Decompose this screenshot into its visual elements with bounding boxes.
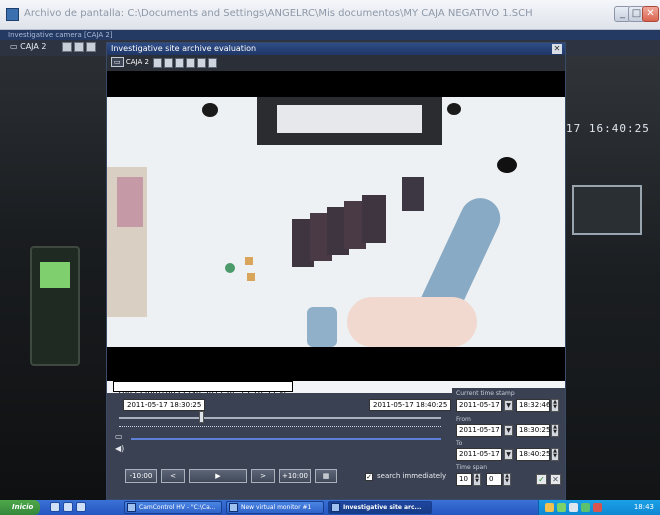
toolbar-button[interactable] <box>175 58 184 68</box>
background-title: Investigative camera [CAJA 2] <box>8 31 113 39</box>
span-minutes-spinner[interactable]: ▲ ▼ <box>473 473 481 486</box>
bg-toolbar-button[interactable] <box>86 42 96 52</box>
toolbar-button[interactable] <box>153 58 162 68</box>
current-date-dropdown[interactable]: ▼ <box>504 400 513 411</box>
time-span-label: Time span <box>456 464 488 471</box>
taskbar-item[interactable]: New virtual monitor #1 <box>226 501 324 514</box>
system-tray: 18:43 <box>538 500 660 515</box>
from-label: From <box>456 416 471 423</box>
from-date-field[interactable]: 2011-05-17 <box>456 424 502 437</box>
back-10-minutes-button[interactable]: -10:00 <box>125 469 157 483</box>
app-titlebar: Archivo de pantalla: C:\Documents and Se… <box>0 0 660 30</box>
timestamp-overlay: 10972799/10977349 2011-05-17 18:32:46 <box>113 381 293 399</box>
camera-track-icon: ▭ <box>115 432 123 441</box>
bg-toolbar-button[interactable] <box>62 42 72 52</box>
tray-icon[interactable] <box>545 503 554 512</box>
to-label: To <box>456 440 463 447</box>
to-date-field[interactable]: 2011-05-17 <box>456 448 502 461</box>
toolbar-button[interactable] <box>164 58 173 68</box>
apply-button[interactable]: ✓ <box>536 474 547 485</box>
close-button[interactable]: ✕ <box>642 6 659 22</box>
video-view[interactable] <box>107 71 565 381</box>
span-seconds-field[interactable]: 0 <box>486 473 502 486</box>
search-immediately-label: search immediately <box>377 472 447 480</box>
range-end-field[interactable]: 2011-05-17 18:40:25 <box>369 399 452 411</box>
quicklaunch-icon[interactable] <box>50 502 60 512</box>
from-date-dropdown[interactable]: ▼ <box>504 425 513 436</box>
bg-toolbar-button[interactable] <box>74 42 84 52</box>
previous-button[interactable]: < <box>161 469 185 483</box>
current-time-field[interactable]: 18:32:46 <box>516 399 550 412</box>
background-titlebar: Investigative camera [CAJA 2] <box>0 30 660 40</box>
to-date-dropdown[interactable]: ▼ <box>504 449 513 460</box>
tray-icon[interactable] <box>581 503 590 512</box>
to-time-field[interactable]: 18:40:25 <box>516 448 550 461</box>
app-title: Archivo de pantalla: C:\Documents and Se… <box>24 8 533 19</box>
taskbar-clock: 18:43 <box>633 503 654 511</box>
speaker-icon: ◀) <box>115 444 125 453</box>
timeline-track[interactable] <box>131 438 441 440</box>
camera-clock: 17 16:40:25 <box>566 122 650 135</box>
from-time-field[interactable]: 18:30:25 <box>516 424 550 437</box>
toolbar-button[interactable] <box>208 58 217 68</box>
toolbar-button[interactable] <box>197 58 206 68</box>
span-seconds-spinner[interactable]: ▲ ▼ <box>503 473 511 486</box>
from-time-spinner[interactable]: ▲ ▼ <box>551 424 559 437</box>
slider-ticks <box>119 426 441 429</box>
background-camera-select[interactable]: ▭ CAJA 2 <box>10 42 47 51</box>
to-time-spinner[interactable]: ▲ ▼ <box>551 448 559 461</box>
cancel-button[interactable]: ✕ <box>550 474 561 485</box>
export-button[interactable]: ▦ <box>315 469 337 483</box>
tray-icon[interactable] <box>593 503 602 512</box>
next-button[interactable]: > <box>251 469 275 483</box>
current-date-field[interactable]: 2011-05-17 <box>456 399 502 412</box>
position-slider-track[interactable] <box>119 417 441 419</box>
tray-icon[interactable] <box>557 503 566 512</box>
time-selection-panel: Current time stamp 2011-05-17 ▼ 18:32:46… <box>452 388 565 499</box>
camera-feed-frame <box>572 185 642 235</box>
start-button[interactable]: Inicio <box>0 500 40 515</box>
current-time-spinner[interactable]: ▲ ▼ <box>551 399 559 412</box>
camera-icon: ▭ <box>111 57 124 67</box>
archive-evaluation-dialog: Investigative site archive evaluation ✕ … <box>106 42 566 500</box>
quicklaunch-icon[interactable] <box>63 502 73 512</box>
screen: Archivo de pantalla: C:\Documents and Se… <box>0 0 660 515</box>
camera-select-label: CAJA 2 <box>125 58 149 66</box>
search-immediately-checkbox[interactable]: ✓ <box>365 473 373 481</box>
camera-select[interactable]: ▭ CAJA 2 <box>111 57 149 67</box>
toolbar-button[interactable] <box>186 58 195 68</box>
play-button[interactable]: ▶ <box>189 469 247 483</box>
position-slider-thumb[interactable] <box>199 411 204 423</box>
dialog-title: Investigative site archive evaluation <box>111 44 257 53</box>
taskbar-item-active[interactable]: Investigative site arc... <box>328 501 432 514</box>
tray-icon[interactable] <box>569 503 578 512</box>
forward-10-minutes-button[interactable]: +10:00 <box>279 469 311 483</box>
dialog-titlebar: Investigative site archive evaluation ✕ <box>107 43 565 55</box>
current-timestamp-label: Current time stamp <box>456 390 515 397</box>
taskbar-item[interactable]: CamControl HV - "C:\Ca... <box>124 501 222 514</box>
camera-feed-left <box>0 56 110 500</box>
quicklaunch-icon[interactable] <box>76 502 86 512</box>
app-icon <box>6 8 19 21</box>
span-minutes-field[interactable]: 10 <box>456 473 472 486</box>
range-start-field[interactable]: 2011-05-17 18:30:25 <box>123 399 206 411</box>
taskbar: Inicio CamControl HV - "C:\Ca... New vir… <box>0 500 660 515</box>
payment-terminal-image <box>30 246 80 366</box>
dialog-close-button[interactable]: ✕ <box>552 44 562 54</box>
playback-controls: 2011-05-17 18:30:25 2011-05-17 18:40:25 … <box>107 393 452 499</box>
video-frame <box>107 97 565 347</box>
